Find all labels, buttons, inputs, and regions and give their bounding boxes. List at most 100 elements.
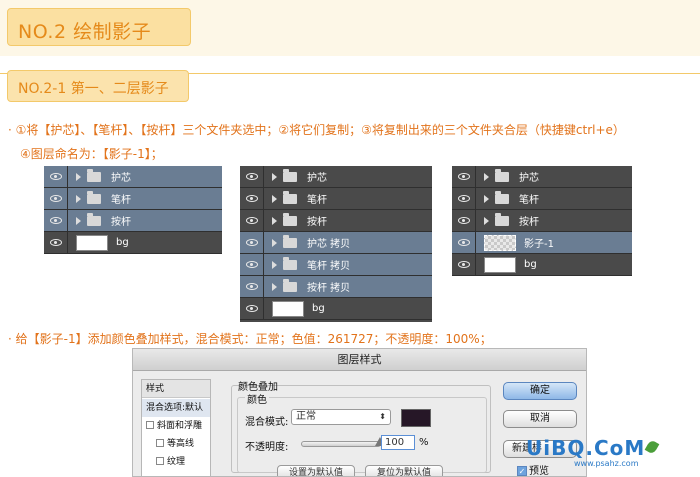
visibility-toggle[interactable] <box>240 297 264 320</box>
layer-name: 笔杆 拷贝 <box>307 261 351 272</box>
folder-icon <box>495 190 509 204</box>
step-text-2: ④图层命名为：【影子-1】； <box>20 147 163 161</box>
make-default-button[interactable]: 设置为默认值 <box>277 465 355 476</box>
layer-row[interactable]: 按杆 <box>44 209 222 232</box>
layer-row[interactable]: 按杆 拷贝 <box>240 275 432 298</box>
layer-name: 护芯 <box>111 173 131 184</box>
eye-icon <box>245 261 258 268</box>
dialog-title: 图层样式 <box>133 349 586 371</box>
visibility-toggle[interactable] <box>452 231 476 254</box>
layer-name: bg <box>524 259 537 270</box>
folder-icon <box>87 190 101 204</box>
visibility-toggle[interactable] <box>44 209 68 232</box>
style-item-blend-options[interactable]: 混合选项:默认 <box>142 399 210 417</box>
expand-triangle-icon[interactable] <box>76 216 81 225</box>
leaf-icon <box>644 439 660 455</box>
expand-triangle-icon[interactable] <box>272 172 277 181</box>
watermark-url: www.psahz.com <box>574 459 639 468</box>
visibility-toggle[interactable] <box>452 165 476 188</box>
visibility-toggle[interactable] <box>240 275 264 298</box>
eye-icon <box>457 217 470 224</box>
visibility-toggle[interactable] <box>44 187 68 210</box>
opacity-input[interactable]: 100 <box>381 435 415 450</box>
watermark: UiBQ.CoM www.psahz.com <box>526 436 660 468</box>
eye-icon <box>49 239 62 246</box>
layer-name: 护芯 <box>519 173 539 184</box>
opacity-label: 不透明度: <box>245 442 289 453</box>
layer-name: 按杆 <box>307 217 327 228</box>
layer-row[interactable]: bg <box>44 231 222 254</box>
eye-icon <box>49 217 62 224</box>
watermark-logo: UiBQ.CoM <box>526 436 646 460</box>
checkbox-icon[interactable] <box>146 421 154 429</box>
visibility-toggle[interactable] <box>44 165 68 188</box>
layer-row[interactable]: 笔杆 <box>240 187 432 210</box>
layer-row[interactable]: 护芯 <box>452 165 632 188</box>
style-item-contour[interactable]: 等高线 <box>142 435 210 453</box>
visibility-toggle[interactable] <box>452 253 476 276</box>
visibility-toggle[interactable] <box>240 253 264 276</box>
style-item-texture[interactable]: 纹理 <box>142 453 210 471</box>
layer-name: 按杆 拷贝 <box>307 283 351 294</box>
visibility-toggle[interactable] <box>452 187 476 210</box>
checkmark-icon[interactable]: ✓ <box>517 466 527 476</box>
blend-mode-label: 混合模式: <box>245 417 289 428</box>
layer-thumbnail <box>484 256 516 273</box>
layer-name: 笔杆 <box>519 195 539 206</box>
folder-icon <box>283 256 297 270</box>
style-list-header: 样式 <box>142 380 210 398</box>
layer-row[interactable]: 笔杆 拷贝 <box>240 253 432 276</box>
expand-triangle-icon[interactable] <box>484 172 489 181</box>
preview-toggle[interactable]: ✓ 预览 <box>517 462 549 476</box>
eye-icon <box>49 173 62 180</box>
expand-triangle-icon[interactable] <box>484 194 489 203</box>
folder-icon <box>283 168 297 182</box>
reset-default-button[interactable]: 复位为默认值 <box>365 465 443 476</box>
checkbox-icon[interactable] <box>156 439 164 447</box>
expand-triangle-icon[interactable] <box>272 216 277 225</box>
opacity-unit: % <box>419 437 429 448</box>
expand-triangle-icon[interactable] <box>272 260 277 269</box>
select-arrows-icon: ⬍ <box>379 412 386 421</box>
layer-row[interactable]: 笔杆 <box>452 187 632 210</box>
layer-thumbnail <box>76 234 108 251</box>
visibility-toggle[interactable] <box>240 165 264 188</box>
expand-triangle-icon[interactable] <box>272 238 277 247</box>
blend-mode-select[interactable]: 正常 ⬍ <box>291 409 391 425</box>
expand-triangle-icon[interactable] <box>484 216 489 225</box>
visibility-toggle[interactable] <box>240 187 264 210</box>
layer-row[interactable]: 按杆 <box>452 209 632 232</box>
layers-panel-3: 护芯笔杆按杆影子-1 bg <box>452 165 632 276</box>
expand-triangle-icon[interactable] <box>76 194 81 203</box>
eye-icon <box>245 217 258 224</box>
layer-row[interactable]: 护芯 <box>44 165 222 188</box>
layer-row[interactable]: 按杆 <box>240 209 432 232</box>
opacity-slider[interactable] <box>301 441 381 447</box>
ok-button[interactable]: 确定 <box>503 382 577 400</box>
visibility-toggle[interactable] <box>44 231 68 254</box>
eye-icon <box>245 283 258 290</box>
folder-icon <box>87 168 101 182</box>
style-list: 样式 混合选项:默认 斜面和浮雕 等高线 纹理 <box>141 379 211 476</box>
visibility-toggle[interactable] <box>240 231 264 254</box>
style-item-bevel[interactable]: 斜面和浮雕 <box>142 417 210 435</box>
layer-row[interactable]: 护芯 <box>240 165 432 188</box>
layer-row[interactable]: bg <box>452 253 632 276</box>
expand-triangle-icon[interactable] <box>272 194 277 203</box>
checkbox-icon[interactable] <box>156 457 164 465</box>
layers-panel-1: 护芯笔杆 按杆 bg <box>44 165 222 254</box>
color-swatch[interactable] <box>401 409 431 427</box>
visibility-toggle[interactable] <box>452 209 476 232</box>
eye-icon <box>457 195 470 202</box>
layer-name: 按杆 <box>519 217 539 228</box>
expand-triangle-icon[interactable] <box>272 282 277 291</box>
layer-row[interactable]: 影子-1 <box>452 231 632 254</box>
layer-row[interactable]: 护芯 拷贝 <box>240 231 432 254</box>
layer-row[interactable]: bg <box>240 297 432 320</box>
visibility-toggle[interactable] <box>240 209 264 232</box>
folder-icon <box>283 212 297 226</box>
layer-row[interactable]: 笔杆 <box>44 187 222 210</box>
eye-icon <box>457 261 470 268</box>
expand-triangle-icon[interactable] <box>76 172 81 181</box>
cancel-button[interactable]: 取消 <box>503 410 577 428</box>
